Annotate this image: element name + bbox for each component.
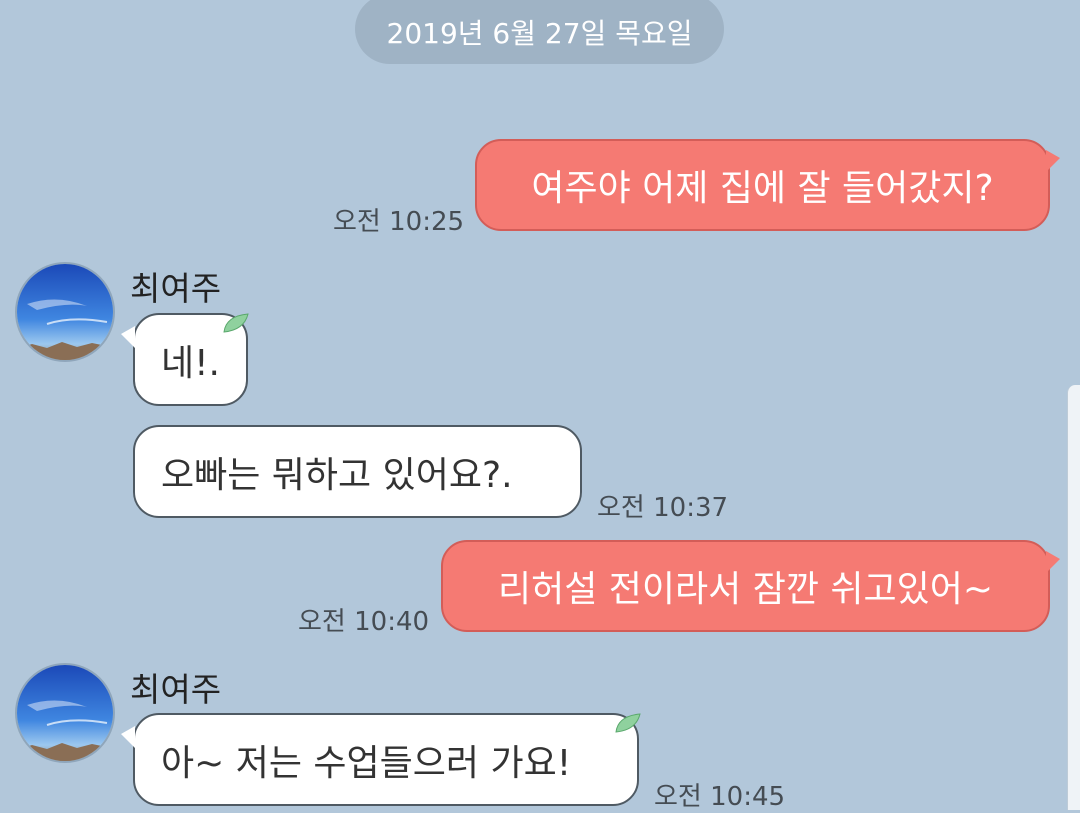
my-message-bubble[interactable]: 여주야 어제 집에 잘 들어갔지? [475, 139, 1050, 231]
contact-avatar[interactable] [15, 262, 115, 362]
message-time: 오전 10:25 [333, 207, 465, 237]
message-time: 오전 10:37 [597, 493, 729, 523]
date-divider-text: 2019년 6월 27일 목요일 [386, 17, 693, 50]
message-time: 오전 10:40 [298, 607, 430, 637]
contact-name: 최여주 [130, 670, 222, 709]
contact-avatar[interactable] [15, 663, 115, 763]
leaf-decoration-icon [615, 713, 641, 733]
message-text: 아~ 저는 수업들으러 가요! [161, 742, 572, 784]
message-text: 오빠는 뭐하고 있어요?. [161, 454, 513, 496]
contact-name: 최여주 [130, 269, 222, 308]
message-time: 오전 10:45 [654, 782, 786, 812]
leaf-decoration-icon [223, 313, 249, 333]
message-text: 리허설 전이라서 잠깐 쉬고있어~ [497, 569, 994, 610]
bubble-tail-icon [1046, 551, 1060, 573]
message-text: 네!. [161, 342, 220, 384]
date-divider: 2019년 6월 27일 목요일 [355, 0, 724, 64]
scrollbar[interactable] [1067, 385, 1080, 810]
their-message-bubble[interactable]: 아~ 저는 수업들으러 가요! [133, 713, 639, 806]
my-message-bubble[interactable]: 리허설 전이라서 잠깐 쉬고있어~ [441, 540, 1050, 632]
bubble-tail-icon [121, 326, 135, 348]
bubble-tail-icon [1046, 150, 1060, 172]
their-message-bubble[interactable]: 오빠는 뭐하고 있어요?. [133, 425, 582, 518]
bubble-tail-icon [121, 726, 135, 748]
message-text: 여주야 어제 집에 잘 들어갔지? [531, 168, 994, 209]
